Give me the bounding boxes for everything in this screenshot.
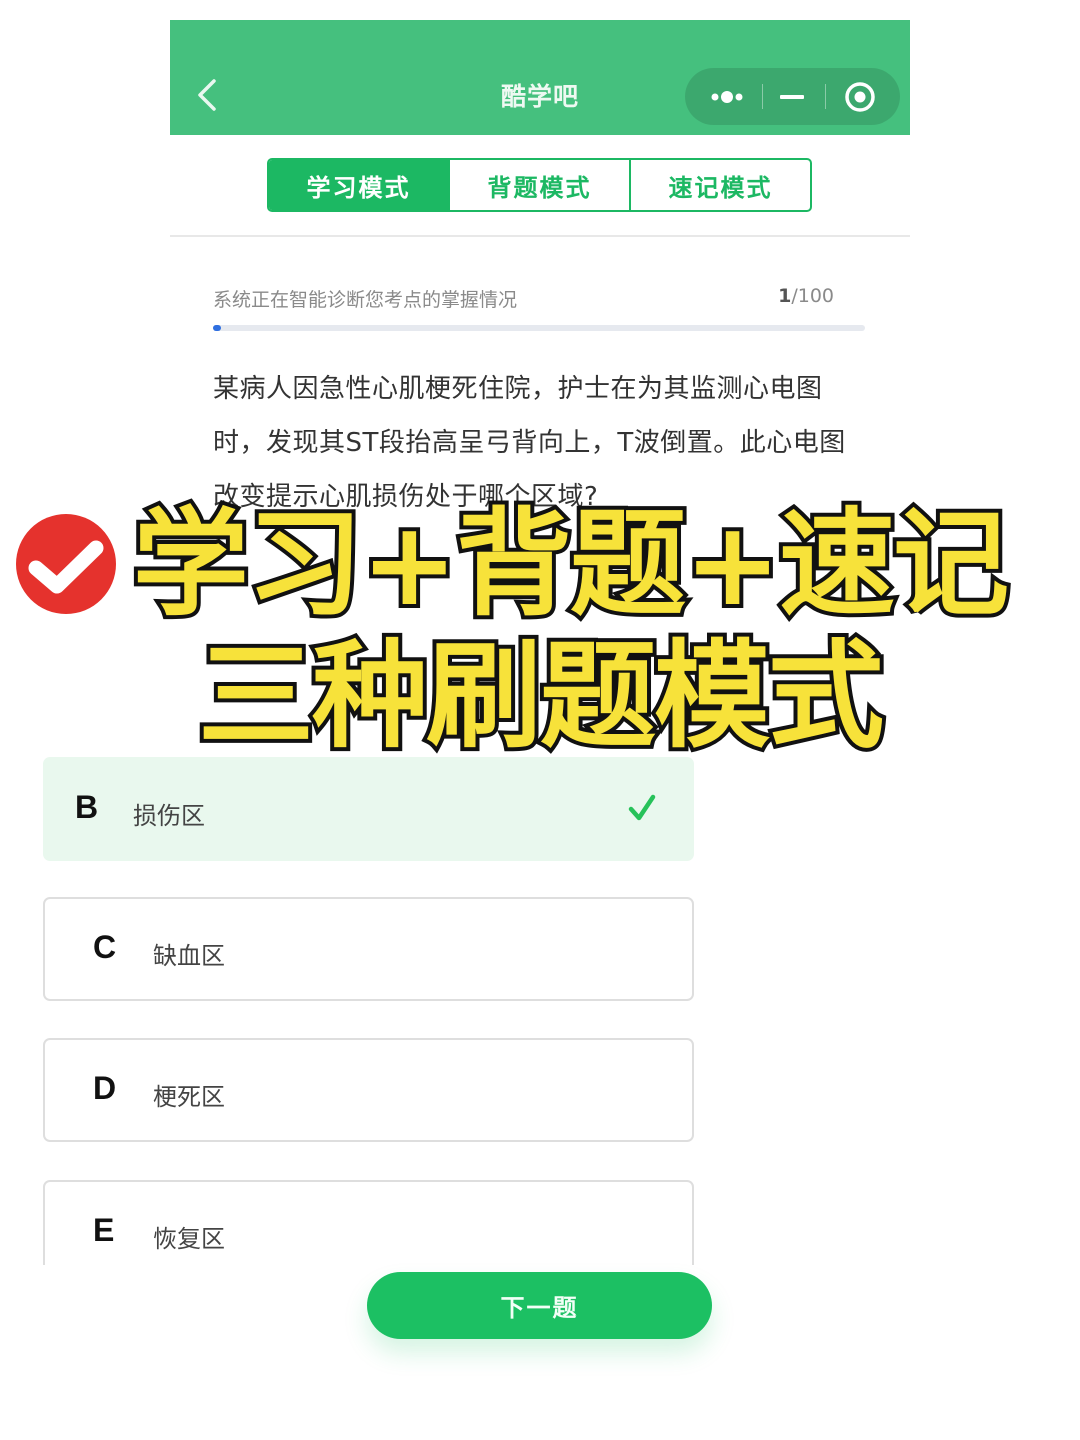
option-c[interactable]: C 缺血区	[43, 897, 694, 1001]
option-text: 恢复区	[153, 1225, 225, 1253]
option-letter: E	[93, 1212, 115, 1248]
minimize-icon[interactable]	[767, 68, 817, 125]
next-question-button[interactable]: 下一题	[367, 1272, 712, 1339]
progress-total: /100	[791, 285, 834, 307]
correct-check-icon	[628, 794, 656, 821]
more-dots-icon[interactable]	[699, 68, 759, 125]
close-target-icon[interactable]	[833, 68, 893, 125]
option-text: 梗死区	[153, 1083, 225, 1111]
option-b[interactable]: B 损伤区	[43, 757, 694, 861]
progress-fill	[213, 325, 221, 331]
option-letter: D	[93, 1070, 117, 1106]
capsule-divider	[762, 84, 763, 109]
capsule-divider	[825, 84, 826, 109]
option-letter: C	[93, 929, 117, 965]
headline-line-2: 三种刷题模式	[194, 628, 888, 766]
progress-current: 1	[778, 285, 792, 307]
option-e[interactable]: E 恢复区	[43, 1180, 694, 1265]
progress-counter: 1/100	[778, 285, 834, 307]
tab-quick-memory-mode[interactable]: 速记模式	[629, 160, 810, 210]
option-d[interactable]: D 梗死区	[43, 1038, 694, 1142]
headline-line-1: 学习+背题+速记	[129, 496, 1013, 634]
diagnosis-status-text: 系统正在智能诊断您考点的掌握情况	[213, 289, 518, 311]
progress-track	[213, 325, 865, 331]
mode-tabs-bar: 学习模式 背题模式 速记模式	[170, 135, 910, 237]
option-text: 缺血区	[153, 942, 225, 970]
option-letter: B	[75, 789, 99, 825]
tab-recite-mode[interactable]: 背题模式	[448, 160, 629, 210]
mode-tabs: 学习模式 背题模式 速记模式	[267, 158, 812, 212]
mini-program-capsule	[685, 68, 900, 125]
option-text: 损伤区	[133, 802, 205, 830]
app-header: 酷学吧	[170, 20, 910, 135]
tab-study-mode[interactable]: 学习模式	[269, 160, 448, 210]
